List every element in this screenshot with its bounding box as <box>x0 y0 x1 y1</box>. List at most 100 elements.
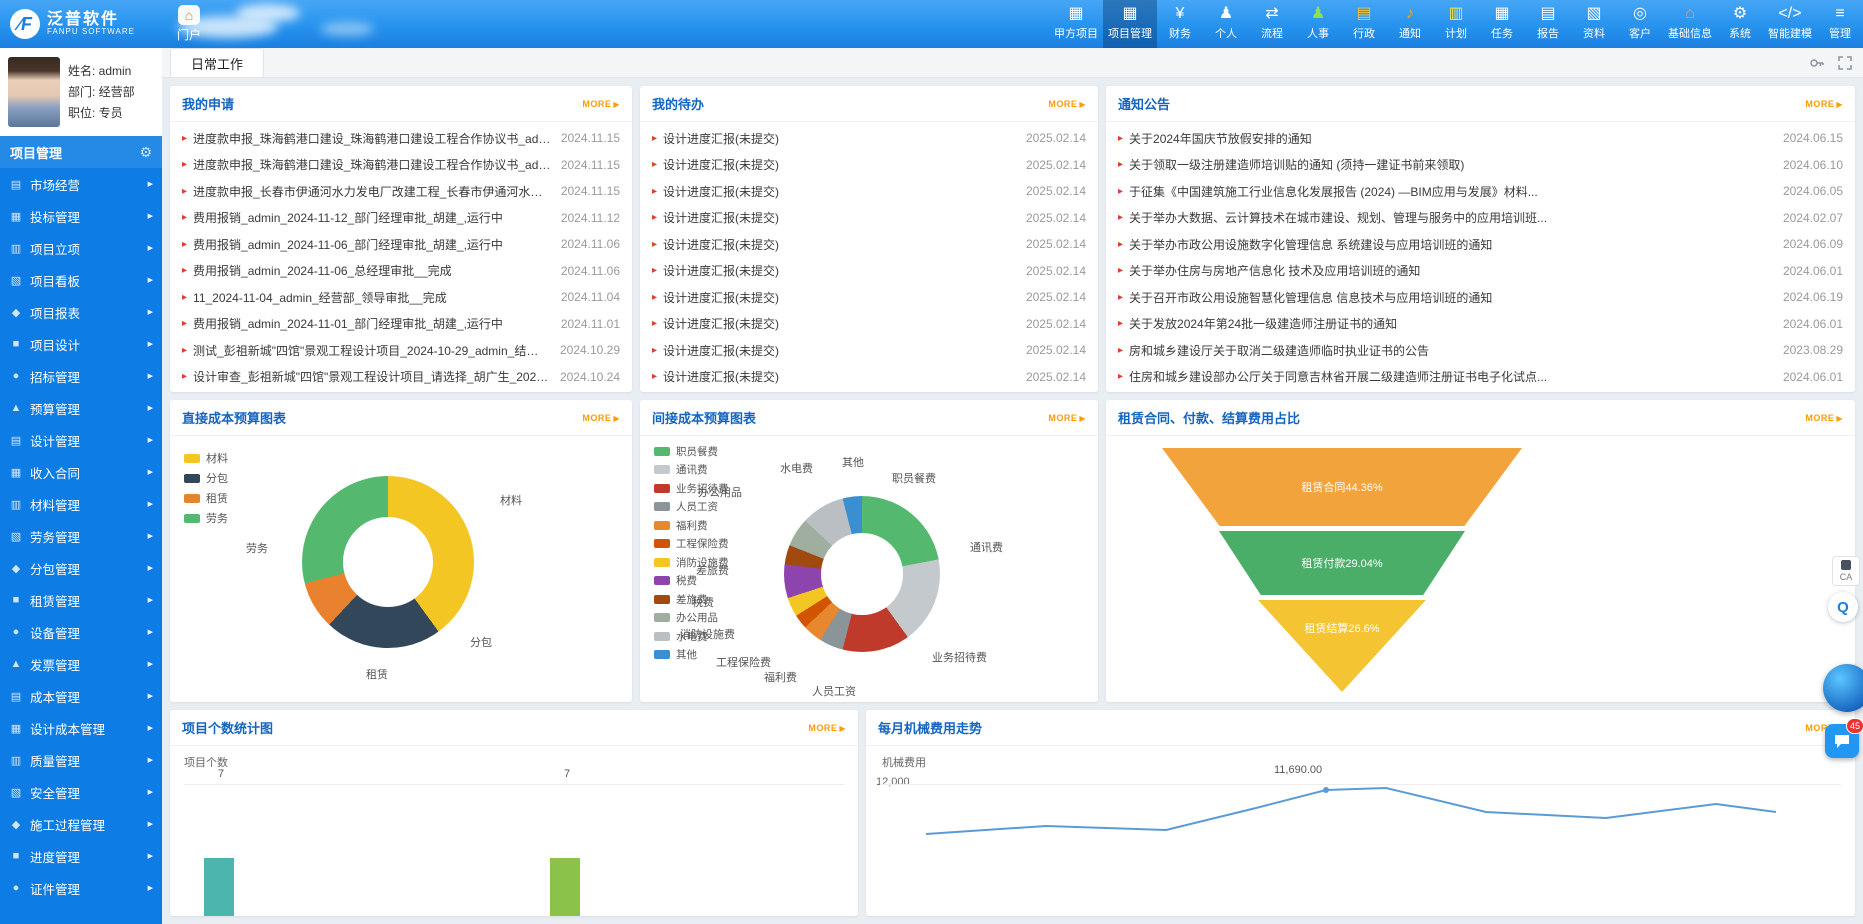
list-item[interactable]: ▸设计进度汇报(未提交)2025.02.14 <box>652 152 1086 179</box>
more-button[interactable]: MORE▶ <box>1805 413 1843 423</box>
sidebar-item[interactable]: ▧劳务管理▶ <box>0 520 162 552</box>
top-nav-item-money[interactable]: ¥财务 <box>1157 0 1203 48</box>
list-item[interactable]: ▸关于召开市政公用设施智慧化管理信息 信息技术与应用培训班的通知2024.06.… <box>1118 284 1843 311</box>
list-item[interactable]: ▸关于举办市政公用设施数字化管理信息 系统建设与应用培训班的通知2024.06.… <box>1118 231 1843 258</box>
list-item[interactable]: ▸费用报销_admin_2024-11-01_部门经理审批_胡建_,运行中202… <box>182 311 620 338</box>
top-nav-item-search-doc[interactable]: ◎客户 <box>1617 0 1663 48</box>
top-nav-item-report[interactable]: ▤报告 <box>1525 0 1571 48</box>
top-nav-item-person[interactable]: ♟个人 <box>1203 0 1249 48</box>
list-item[interactable]: ▸进度款申报_长春市伊通河水力发电厂改建工程_长春市伊通河水力发电...2024… <box>182 178 620 205</box>
list-item[interactable]: ▸进度款申报_珠海鹤港口建设_珠海鹤港口建设工程合作协议书_admin_...2… <box>182 152 620 179</box>
bar[interactable] <box>550 858 580 916</box>
list-item[interactable]: ▸设计进度汇报(未提交)2025.02.14 <box>652 284 1086 311</box>
top-nav-item-speaker[interactable]: ♪通知 <box>1387 0 1433 48</box>
top-nav-item-sliders[interactable]: ≡管理 <box>1817 0 1863 48</box>
list-item[interactable]: ▸测试_彭祖新城"四馆"景观工程设计项目_2024-10-29_admin_结束… <box>182 337 620 364</box>
chat-button[interactable]: 45 <box>1825 724 1859 758</box>
top-nav-item-bank[interactable]: ⌂基础信息 <box>1663 0 1717 48</box>
list-item[interactable]: ▸关于举办大数据、云计算技术在城市建设、规划、管理与服务中的应用培训班...20… <box>1118 205 1843 232</box>
ca-side-widget[interactable]: CA <box>1832 556 1860 586</box>
funnel-stage[interactable]: 租赁结算26.6% <box>1258 600 1426 692</box>
list-item[interactable]: ▸于征集《中国建筑施工行业信息化发展报告 (2024) —BIM应用与发展》材料… <box>1118 178 1843 205</box>
sidebar-item[interactable]: ▧项目看板▶ <box>0 264 162 296</box>
legend-item[interactable]: 材料 <box>184 448 228 468</box>
top-nav-item-chart[interactable]: ▥计划 <box>1433 0 1479 48</box>
avatar[interactable] <box>8 57 60 127</box>
sidebar-item[interactable]: ◆施工过程管理▶ <box>0 808 162 840</box>
legend-item[interactable]: 劳务 <box>184 508 228 528</box>
sidebar-item[interactable]: ▤市场经营▶ <box>0 168 162 200</box>
sidebar-item[interactable]: ▥质量管理▶ <box>0 744 162 776</box>
key-icon[interactable] <box>1809 55 1825 71</box>
sidebar-item[interactable]: ◆项目报表▶ <box>0 296 162 328</box>
top-nav-item-people[interactable]: ♟人事 <box>1295 0 1341 48</box>
funnel-stage[interactable]: 租赁合同44.36% <box>1162 448 1522 526</box>
more-button[interactable]: MORE▶ <box>582 99 620 109</box>
list-item[interactable]: ▸房和城乡建设厅关于取消二级建造师临时执业证书的公告2023.08.29 <box>1118 337 1843 364</box>
list-item[interactable]: ▸设计进度汇报(未提交)2025.02.14 <box>652 311 1086 338</box>
top-nav-item-code[interactable]: </>智能建模 <box>1763 0 1817 48</box>
more-button[interactable]: MORE▶ <box>808 723 846 733</box>
list-item[interactable]: ▸费用报销_admin_2024-11-06_总经理审批__完成2024.11.… <box>182 258 620 285</box>
top-nav-item-gear[interactable]: ⚙系统 <box>1717 0 1763 48</box>
sidebar-item[interactable]: ▦设计成本管理▶ <box>0 712 162 744</box>
assistant-icon[interactable] <box>1823 664 1863 712</box>
sidebar-item[interactable]: ▥项目立项▶ <box>0 232 162 264</box>
top-nav-item-flow[interactable]: ⇄流程 <box>1249 0 1295 48</box>
tab-daily-work[interactable]: 日常工作 <box>170 48 264 77</box>
sidebar-item[interactable]: ■进度管理▶ <box>0 840 162 872</box>
legend-item[interactable]: 工程保险费 <box>654 535 729 554</box>
list-item[interactable]: ▸设计进度汇报(未提交)2025.02.14 <box>652 125 1086 152</box>
list-item[interactable]: ▸关于领取一级注册建造师培训贴的通知 (须持一建证书前来领取)2024.06.1… <box>1118 152 1843 179</box>
top-nav-item-calendar[interactable]: ▦任务 <box>1479 0 1525 48</box>
sidebar-item[interactable]: ●设备管理▶ <box>0 616 162 648</box>
top-nav-item-grid[interactable]: ▦项目管理 <box>1103 0 1157 48</box>
top-nav-item-portal[interactable]: ⌂ 门户 <box>162 0 216 48</box>
list-item[interactable]: ▸设计进度汇报(未提交)2025.02.14 <box>652 364 1086 391</box>
more-button[interactable]: MORE▶ <box>1048 99 1086 109</box>
list-item[interactable]: ▸设计进度汇报(未提交)2025.02.14 <box>652 205 1086 232</box>
sidebar-item[interactable]: ●证件管理▶ <box>0 872 162 904</box>
sidebar-item[interactable]: ▲预算管理▶ <box>0 392 162 424</box>
sidebar-item[interactable]: ▦收入合同▶ <box>0 456 162 488</box>
sidebar-item[interactable]: ■项目设计▶ <box>0 328 162 360</box>
list-item[interactable]: ▸设计进度汇报(未提交)2025.02.14 <box>652 258 1086 285</box>
list-item[interactable]: ▸设计进度汇报(未提交)2025.02.14 <box>652 231 1086 258</box>
sidebar-item[interactable]: ▤成本管理▶ <box>0 680 162 712</box>
legend-item[interactable]: 租赁 <box>184 488 228 508</box>
list-item[interactable]: ▸进度款申报_珠海鹤港口建设_珠海鹤港口建设工程合作协议书_admin_...2… <box>182 125 620 152</box>
sidebar-item[interactable]: ▦投标管理▶ <box>0 200 162 232</box>
sidebar-item[interactable]: ■租赁管理▶ <box>0 584 162 616</box>
list-item[interactable]: ▸11_2024-11-04_admin_经营部_领导审批__完成2024.11… <box>182 284 620 311</box>
legend-item[interactable]: 分包 <box>184 468 228 488</box>
legend-item[interactable]: 人员工资 <box>654 498 729 517</box>
top-nav-item-layers[interactable]: ▤行政 <box>1341 0 1387 48</box>
donut-chart[interactable] <box>784 496 940 652</box>
gear-icon[interactable]: ⚙ <box>139 144 152 161</box>
legend-item[interactable]: 福利费 <box>654 516 729 535</box>
list-item[interactable]: ▸设计审查_彭祖新城"四馆"景观工程设计项目_请选择_胡广生_2024-10-2… <box>182 364 620 391</box>
top-nav-item-grid[interactable]: ▦甲方项目 <box>1049 0 1103 48</box>
list-item[interactable]: ▸费用报销_admin_2024-11-12_部门经理审批_胡建_,运行中202… <box>182 205 620 232</box>
more-button[interactable]: MORE▶ <box>1805 99 1843 109</box>
more-button[interactable]: MORE▶ <box>582 413 620 423</box>
donut-chart[interactable] <box>302 476 474 648</box>
list-item[interactable]: ▸住房和城乡建设部办公厅关于同意吉林省开展二级建造师注册证书电子化试点...20… <box>1118 364 1843 391</box>
sidebar-item[interactable]: ▧安全管理▶ <box>0 776 162 808</box>
sidebar-item[interactable]: ●招标管理▶ <box>0 360 162 392</box>
sidebar-item[interactable]: ▲发票管理▶ <box>0 648 162 680</box>
list-item[interactable]: ▸关于2024年国庆节放假安排的通知2024.06.15 <box>1118 125 1843 152</box>
legend-item[interactable]: 通讯费 <box>654 461 729 480</box>
top-nav-item-doc[interactable]: ▧资料 <box>1571 0 1617 48</box>
list-item[interactable]: ▸设计进度汇报(未提交)2025.02.14 <box>652 337 1086 364</box>
funnel-stage[interactable]: 租赁付款29.04% <box>1219 531 1465 595</box>
sidebar-item[interactable]: ▤设计管理▶ <box>0 424 162 456</box>
list-item[interactable]: ▸关于举办住房与房地产信息化 技术及应用培训班的通知2024.06.01 <box>1118 258 1843 285</box>
qq-service-icon[interactable]: Q <box>1828 592 1858 622</box>
list-item[interactable]: ▸设计进度汇报(未提交)2025.02.14 <box>652 178 1086 205</box>
list-item[interactable]: ▸关于发放2024年第24批一级建造师注册证书的通知2024.06.01 <box>1118 311 1843 338</box>
bar[interactable] <box>204 858 234 916</box>
sidebar-item[interactable]: ◆分包管理▶ <box>0 552 162 584</box>
fullscreen-icon[interactable] <box>1837 55 1853 71</box>
legend-item[interactable]: 办公用品 <box>654 609 729 628</box>
